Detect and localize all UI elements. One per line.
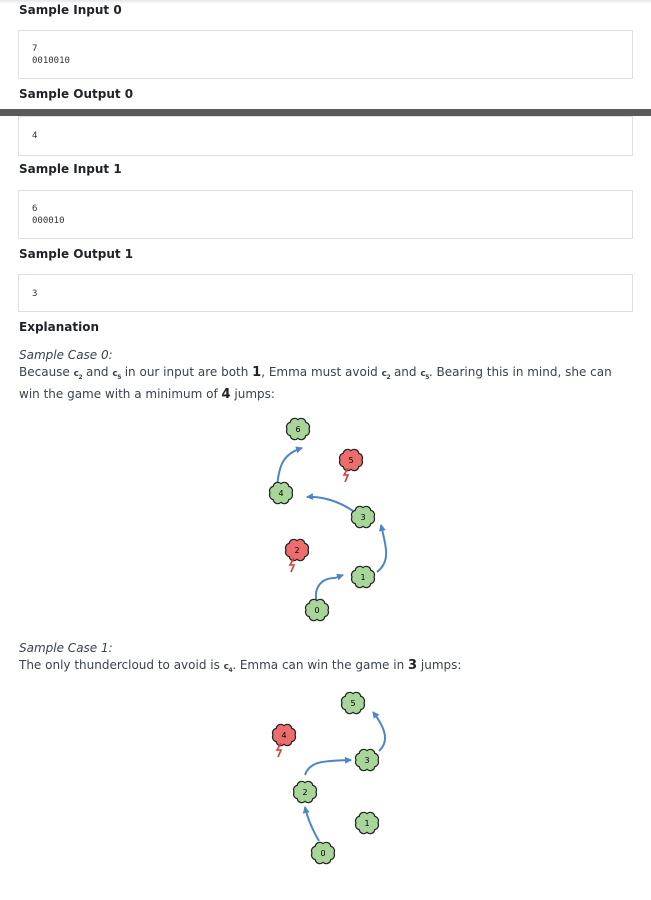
- cumulus-cloud-icon: 3: [350, 505, 376, 529]
- cloud-label: 3: [360, 513, 365, 522]
- sample-input-1-box: 6 000010: [18, 190, 633, 239]
- cloud-label: 1: [360, 573, 365, 582]
- sample-case-0-title: Sample Case 0:: [19, 348, 113, 362]
- thundercloud-icon: 4: [271, 723, 297, 758]
- sample-input-1-heading: Sample Input 1: [19, 162, 122, 176]
- cloud-symbol: c2: [73, 369, 83, 381]
- sample-case-1-text: The only thundercloud to avoid is c4. Em…: [19, 658, 462, 674]
- cloud-jump-diagram-case-1: 0 1 2 3 4 5: [271, 691, 387, 865]
- jump-arrow: [376, 524, 388, 573]
- sample-output-0-box: 4: [18, 116, 633, 156]
- cumulus-cloud-icon: 1: [350, 565, 376, 589]
- jump-arrow: [304, 756, 352, 776]
- sample-output-1-box: 3: [18, 274, 633, 312]
- cumulus-cloud-icon: 5: [340, 691, 366, 715]
- sample-case-1-title: Sample Case 1:: [19, 641, 113, 655]
- sample-output-1-text: 3: [32, 289, 38, 299]
- cloud-symbol: c2: [381, 369, 391, 381]
- cloud-label: 2: [294, 546, 299, 555]
- cloud-label: 0: [314, 606, 319, 615]
- cloud-label: 1: [364, 819, 369, 828]
- cloud-symbol: c5: [112, 369, 121, 381]
- sample-input-1-text: 6 000010: [32, 204, 65, 226]
- thundercloud-icon: 2: [284, 538, 310, 573]
- cumulus-cloud-icon: 4: [268, 481, 294, 505]
- jump-arrow: [306, 493, 354, 512]
- sample-input-0-box: 7 0010010: [18, 30, 633, 79]
- horizontal-divider: [0, 109, 651, 116]
- cloud-symbol: c5: [420, 369, 429, 381]
- cloud-label: 4: [281, 731, 286, 740]
- cloud-label: 2: [302, 788, 307, 797]
- sample-output-1-heading: Sample Output 1: [19, 247, 134, 261]
- cumulus-cloud-icon: 0: [310, 841, 336, 865]
- cloud-jump-diagram-case-0: 0 1 2 3 4 5 6: [268, 417, 388, 622]
- cloud-symbol: c4: [223, 662, 233, 674]
- cloud-label: 0: [320, 849, 325, 858]
- sample-case-0-text: Because c2 and c5 in our input are both …: [19, 365, 612, 402]
- sample-output-0-heading: Sample Output 0: [19, 87, 134, 101]
- cumulus-cloud-icon: 1: [354, 811, 380, 835]
- cloud-label: 4: [278, 489, 283, 498]
- cumulus-cloud-icon: 0: [304, 598, 330, 622]
- jump-arrow: [372, 711, 387, 752]
- cloud-label: 5: [348, 456, 353, 465]
- cloud-label: 5: [350, 699, 355, 708]
- thundercloud-icon: 5: [338, 448, 364, 483]
- sample-output-0-text: 4: [32, 131, 38, 141]
- jump-arrow: [302, 806, 320, 842]
- cumulus-cloud-icon: 3: [354, 748, 380, 772]
- explanation-heading: Explanation: [19, 320, 100, 334]
- cloud-label: 3: [364, 756, 369, 765]
- sample-input-0-text: 7 0010010: [32, 44, 70, 66]
- jump-arrow: [276, 446, 303, 488]
- cloud-label: 6: [295, 425, 300, 434]
- cumulus-cloud-icon: 2: [292, 780, 318, 804]
- cumulus-cloud-icon: 6: [285, 417, 311, 441]
- sample-input-0-heading: Sample Input 0: [19, 3, 122, 17]
